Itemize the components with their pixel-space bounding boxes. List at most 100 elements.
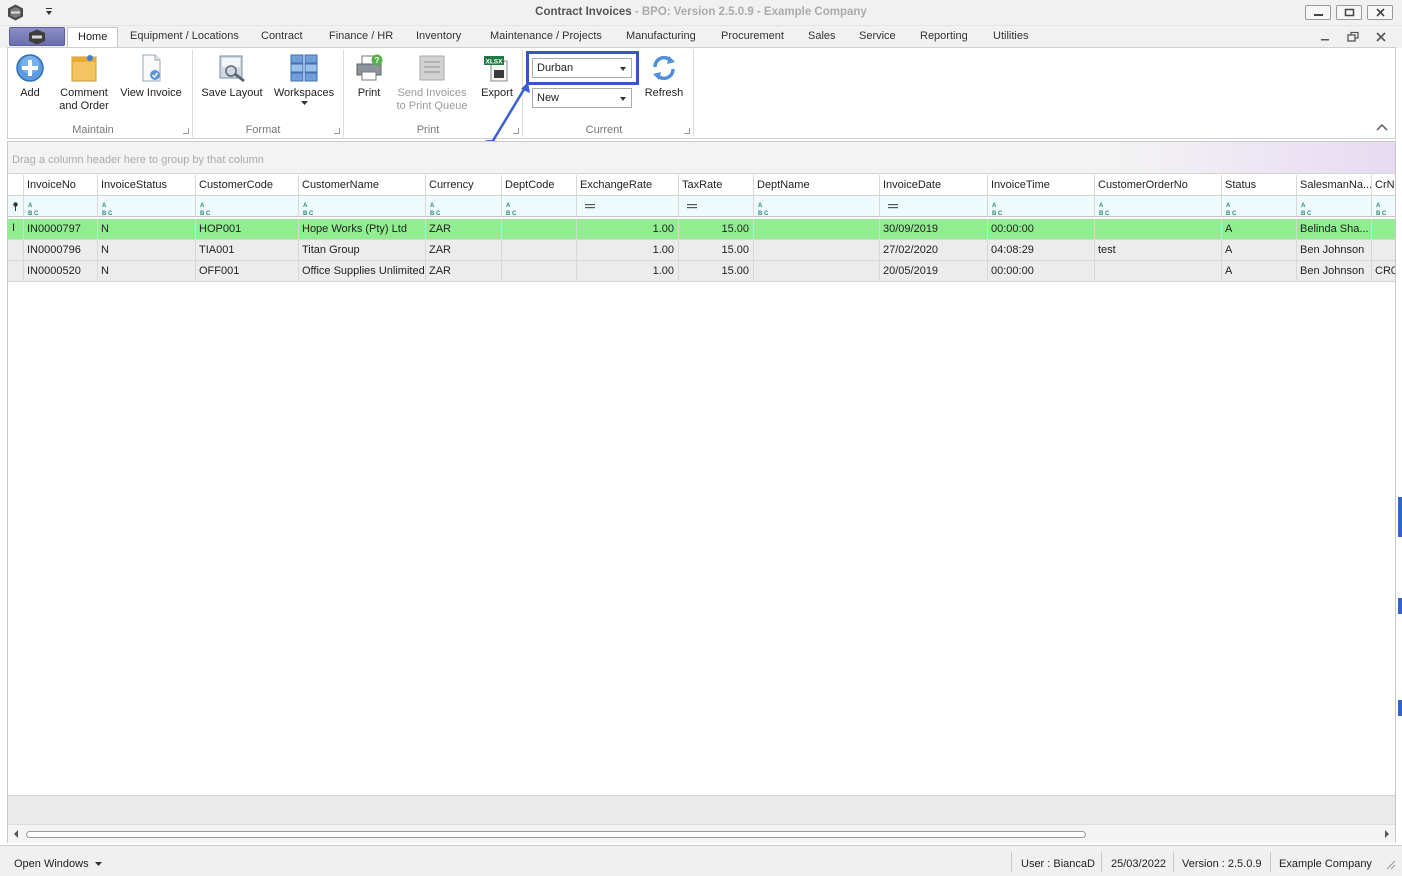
tab-inventory[interactable]: Inventory xyxy=(416,30,461,42)
row-indicator[interactable]: I xyxy=(8,219,24,240)
maintain-group-expand-icon[interactable] xyxy=(183,128,189,134)
cell-customerorderno[interactable]: test xyxy=(1095,240,1222,261)
cell-invoiceno[interactable]: IN0000797 xyxy=(24,219,98,240)
column-header-crno[interactable]: CrNo xyxy=(1372,175,1395,196)
mdi-restore-icon[interactable] xyxy=(1347,31,1359,42)
cell-salesmanname[interactable]: Ben Johnson xyxy=(1297,240,1372,261)
row-indicator[interactable] xyxy=(8,261,24,282)
status-combo[interactable]: New xyxy=(532,88,632,108)
cell-salesmanname[interactable]: Ben Johnson xyxy=(1297,261,1372,282)
cell-deptcode[interactable] xyxy=(502,219,577,240)
cell-taxrate[interactable]: 15.00 xyxy=(679,261,754,282)
filter-cell-status[interactable]: AB C xyxy=(1222,196,1297,217)
refresh-button[interactable]: Refresh xyxy=(642,53,686,100)
filter-cell-taxrate[interactable] xyxy=(679,196,754,217)
tab-maintenance-projects[interactable]: Maintenance / Projects xyxy=(490,30,602,42)
tab-manufacturing[interactable]: Manufacturing xyxy=(626,30,696,42)
filter-cell-customercode[interactable]: AB C xyxy=(196,196,299,217)
table-row[interactable]: I IN0000797 N HOP001 Hope Works (Pty) Lt… xyxy=(8,219,1395,240)
column-header-invoicedate[interactable]: InvoiceDate xyxy=(880,175,988,196)
row-indicator[interactable] xyxy=(8,240,24,261)
cell-exchangerate[interactable]: 1.00 xyxy=(577,240,679,261)
grid-empty-area[interactable] xyxy=(8,283,1395,795)
cell-invoicetime[interactable]: 04:08:29 xyxy=(988,240,1095,261)
cell-invoicedate[interactable]: 20/05/2019 xyxy=(880,261,988,282)
column-header-customercode[interactable]: CustomerCode xyxy=(196,175,299,196)
filter-cell-exchangerate[interactable] xyxy=(577,196,679,217)
mdi-close-icon[interactable] xyxy=(1376,32,1386,42)
horizontal-scrollbar[interactable] xyxy=(8,824,1395,843)
cell-customercode[interactable]: OFF001 xyxy=(196,261,299,282)
filter-cell-invoicestatus[interactable]: AB C xyxy=(98,196,196,217)
cell-currency[interactable]: ZAR xyxy=(426,219,502,240)
format-group-expand-icon[interactable] xyxy=(334,128,340,134)
tab-procurement[interactable]: Procurement xyxy=(721,30,784,42)
filter-cell-customerorderno[interactable]: AB C xyxy=(1095,196,1222,217)
cell-invoicestatus[interactable]: N xyxy=(98,261,196,282)
open-windows-menu[interactable]: Open Windows xyxy=(14,858,102,870)
cell-customerorderno[interactable] xyxy=(1095,261,1222,282)
minimize-button[interactable] xyxy=(1305,5,1331,20)
cell-invoicedate[interactable]: 27/02/2020 xyxy=(880,240,988,261)
filter-cell-invoicedate[interactable] xyxy=(880,196,988,217)
column-header-currency[interactable]: Currency xyxy=(426,175,502,196)
column-header-status[interactable]: Status xyxy=(1222,175,1297,196)
send-invoices-to-print-queue-button[interactable]: Send Invoices to Print Queue xyxy=(394,53,470,113)
cell-invoiceno[interactable]: IN0000796 xyxy=(24,240,98,261)
cell-deptname[interactable] xyxy=(754,240,880,261)
filter-cell-invoicetime[interactable]: AB C xyxy=(988,196,1095,217)
cell-invoicetime[interactable]: 00:00:00 xyxy=(988,261,1095,282)
tab-service[interactable]: Service xyxy=(859,30,896,42)
cell-customerorderno[interactable] xyxy=(1095,219,1222,240)
cell-invoicestatus[interactable]: N xyxy=(98,219,196,240)
print-button[interactable]: ? Print xyxy=(351,53,387,100)
cell-customercode[interactable]: HOP001 xyxy=(196,219,299,240)
cell-crno[interactable]: CR0 xyxy=(1372,261,1395,282)
table-row[interactable]: IN0000796 N TIA001 Titan Group ZAR 1.00 … xyxy=(8,240,1395,261)
column-header-taxrate[interactable]: TaxRate xyxy=(679,175,754,196)
cell-currency[interactable]: ZAR xyxy=(426,261,502,282)
cell-deptname[interactable] xyxy=(754,261,880,282)
column-header-invoicetime[interactable]: InvoiceTime xyxy=(988,175,1095,196)
collapse-ribbon-icon[interactable] xyxy=(1375,122,1389,132)
table-row[interactable]: IN0000520 N OFF001 Office Supplies Unlim… xyxy=(8,261,1395,282)
tab-contract[interactable]: Contract xyxy=(261,30,303,42)
tab-utilities[interactable]: Utilities xyxy=(993,30,1028,42)
tab-home[interactable]: Home xyxy=(67,27,119,48)
cell-taxrate[interactable]: 15.00 xyxy=(679,219,754,240)
filter-cell-deptname[interactable]: AB C xyxy=(754,196,880,217)
cell-customername[interactable]: Office Supplies Unlimited xyxy=(299,261,426,282)
close-button[interactable] xyxy=(1367,5,1393,20)
comment-and-order-button[interactable]: Comment and Order xyxy=(56,53,112,113)
column-header-customername[interactable]: CustomerName xyxy=(299,175,426,196)
filter-cell-salesmanname[interactable]: AB C xyxy=(1297,196,1372,217)
column-header-deptcode[interactable]: DeptCode xyxy=(502,175,577,196)
cell-invoicetime[interactable]: 00:00:00 xyxy=(988,219,1095,240)
cell-status[interactable]: A xyxy=(1222,240,1297,261)
add-button[interactable]: Add xyxy=(13,53,47,100)
cell-salesmanname[interactable]: Belinda Sha... xyxy=(1297,219,1372,240)
column-header-customerorderno[interactable]: CustomerOrderNo xyxy=(1095,175,1222,196)
filter-cell-deptcode[interactable]: AB C xyxy=(502,196,577,217)
cell-exchangerate[interactable]: 1.00 xyxy=(577,219,679,240)
cell-status[interactable]: A xyxy=(1222,261,1297,282)
cell-exchangerate[interactable]: 1.00 xyxy=(577,261,679,282)
scroll-right-icon[interactable] xyxy=(1385,830,1389,838)
save-layout-button[interactable]: Save Layout xyxy=(198,53,266,100)
tab-finance-hr[interactable]: Finance / HR xyxy=(329,30,393,42)
column-header-salesmanname[interactable]: SalesmanNa... xyxy=(1297,175,1372,196)
cell-customercode[interactable]: TIA001 xyxy=(196,240,299,261)
cell-crno[interactable] xyxy=(1372,219,1395,240)
maximize-button[interactable] xyxy=(1336,5,1362,20)
cell-deptname[interactable] xyxy=(754,219,880,240)
cell-currency[interactable]: ZAR xyxy=(426,240,502,261)
view-invoice-button[interactable]: View Invoice xyxy=(117,53,185,100)
file-menu-button[interactable] xyxy=(9,27,65,46)
workspaces-button[interactable]: Workspaces xyxy=(272,53,336,106)
column-header-invoicestatus[interactable]: InvoiceStatus xyxy=(98,175,196,196)
filter-cell-crno[interactable]: AB C xyxy=(1372,196,1395,217)
cell-invoicestatus[interactable]: N xyxy=(98,240,196,261)
column-header-invoiceno[interactable]: InvoiceNo xyxy=(24,175,98,196)
column-header-exchangerate[interactable]: ExchangeRate xyxy=(577,175,679,196)
tab-equipment-locations[interactable]: Equipment / Locations xyxy=(130,30,239,42)
